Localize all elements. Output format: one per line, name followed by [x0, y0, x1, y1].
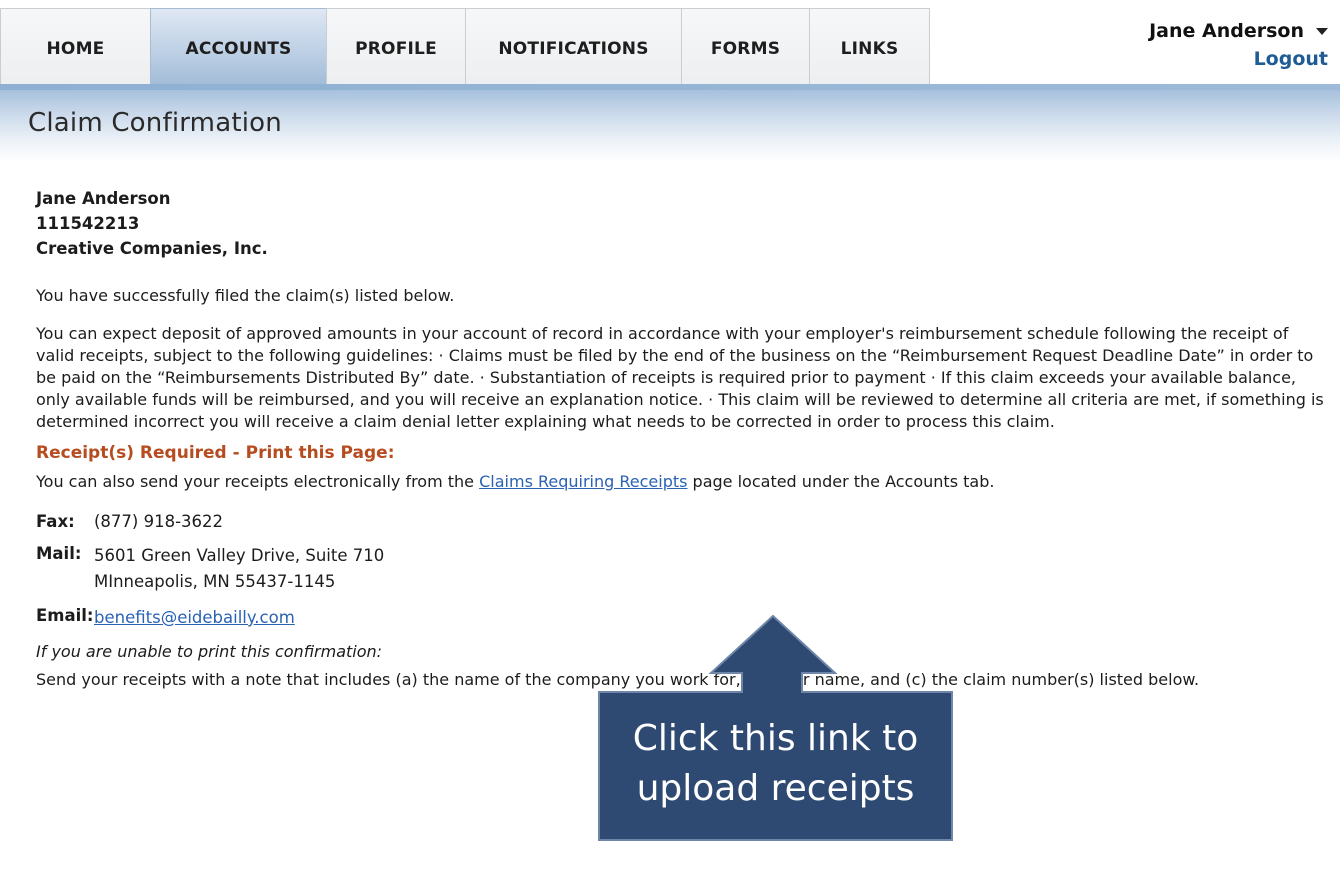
participant-info: Jane Anderson 111542213 Creative Compani… [36, 186, 1326, 261]
callout-line-1: Click this link to [632, 718, 919, 759]
page-title: Claim Confirmation [28, 108, 282, 138]
upload-receipts-callout: Click this link to upload receipts [597, 614, 954, 842]
receipts-required-heading: Receipt(s) Required - Print this Page: [36, 443, 395, 463]
mail-address-line2: MInneapolis, MN 55437-1145 [94, 572, 336, 591]
callout-text: Click this link to upload receipts [597, 714, 954, 814]
email-link[interactable]: benefits@eidebailly.com [94, 608, 295, 627]
participant-name: Jane Anderson [36, 189, 171, 208]
fax-value: (877) 918-3622 [94, 512, 224, 531]
electronic-receipts-suffix: page located under the Accounts tab. [687, 472, 995, 491]
tab-bar: HOME ACCOUNTS PROFILE NOTIFICATIONS FORM… [0, 8, 930, 91]
user-menu-toggle[interactable]: Jane Anderson [1149, 20, 1328, 42]
electronic-receipts-text: You can also send your receipts electron… [36, 471, 1326, 493]
user-name: Jane Anderson [1149, 20, 1304, 42]
tab-home[interactable]: HOME [0, 8, 150, 90]
guidelines-text: You can expect deposit of approved amoun… [36, 324, 1324, 431]
tab-profile[interactable]: PROFILE [326, 8, 465, 90]
fax-label: Fax: [36, 512, 75, 531]
mail-address-line1: 5601 Green Valley Drive, Suite 710 [94, 546, 385, 565]
participant-id: 111542213 [36, 214, 140, 233]
contact-info: Fax: (877) 918-3622 Mail: 5601 Green Val… [36, 511, 1326, 631]
contact-row-mail: Mail: 5601 Green Valley Drive, Suite 710… [36, 543, 1326, 595]
chevron-down-icon [1316, 27, 1328, 35]
tab-notifications[interactable]: NOTIFICATIONS [465, 8, 681, 90]
claims-requiring-receipts-link[interactable]: Claims Requiring Receipts [479, 472, 687, 491]
mail-label: Mail: [36, 544, 82, 563]
electronic-receipts-prefix: You can also send your receipts electron… [36, 472, 480, 491]
top-navigation: HOME ACCOUNTS PROFILE NOTIFICATIONS FORM… [0, 8, 1340, 92]
email-label: Email: [36, 606, 94, 625]
tab-accounts[interactable]: ACCOUNTS [150, 8, 326, 90]
tab-links[interactable]: LINKS [809, 8, 930, 90]
tab-forms[interactable]: FORMS [681, 8, 809, 90]
page: HOME ACCOUNTS PROFILE NOTIFICATIONS FORM… [0, 0, 1340, 895]
user-menu: Jane Anderson Logout [1149, 20, 1328, 70]
success-message: You have successfully filed the claim(s)… [36, 286, 455, 305]
callout-line-2: upload receipts [636, 768, 915, 809]
title-band: Claim Confirmation [0, 84, 1340, 162]
logout-link[interactable]: Logout [1149, 48, 1328, 70]
contact-row-fax: Fax: (877) 918-3622 [36, 511, 1326, 533]
participant-company: Creative Companies, Inc. [36, 239, 268, 258]
mail-address: 5601 Green Valley Drive, Suite 710 MInne… [94, 543, 384, 595]
